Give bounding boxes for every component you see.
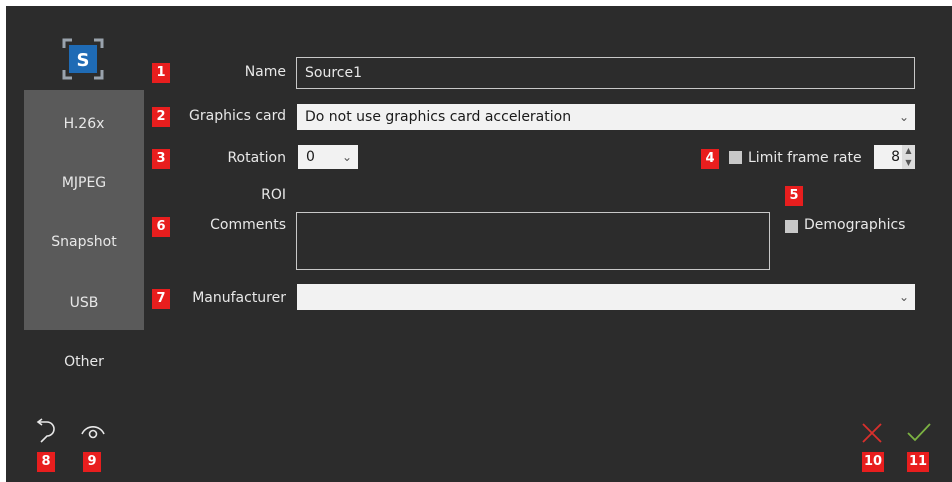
- callout-badge-2: 2: [152, 107, 170, 127]
- demographics-checkbox[interactable]: [785, 220, 798, 233]
- graphics-card-value: Do not use graphics card acceleration: [305, 109, 572, 125]
- callout-badge-11: 11: [907, 452, 929, 472]
- manufacturer-select[interactable]: ⌄: [297, 284, 915, 310]
- comments-textarea[interactable]: [296, 212, 770, 270]
- limit-frame-rate-label: Limit frame rate: [748, 150, 862, 166]
- comments-label: Comments: [210, 217, 286, 233]
- callout-badge-8: 8: [37, 452, 55, 472]
- rotation-value: 0: [306, 149, 315, 165]
- sidebar-item-snapshot[interactable]: Snapshot: [24, 234, 144, 250]
- roi-label: ROI: [261, 187, 286, 203]
- callout-badge-5: 5: [785, 186, 803, 206]
- close-icon[interactable]: [861, 422, 883, 444]
- undo-icon[interactable]: [33, 418, 57, 444]
- chevron-down-icon: ⌄: [898, 290, 909, 304]
- rotation-label: Rotation: [227, 150, 286, 166]
- sidebar-item-other[interactable]: Other: [24, 354, 144, 370]
- chevron-down-icon: ⌄: [898, 110, 909, 124]
- sidebar-item-h26x[interactable]: H.26x: [24, 116, 144, 132]
- callout-badge-4: 4: [701, 149, 719, 169]
- demographics-label: Demographics: [804, 217, 906, 233]
- callout-badge-10: 10: [862, 452, 884, 472]
- spinner-down-icon[interactable]: ▼: [902, 157, 915, 169]
- graphics-card-select[interactable]: Do not use graphics card acceleration ⌄: [297, 104, 915, 130]
- callout-badge-9: 9: [83, 452, 101, 472]
- sidebar-item-usb[interactable]: USB: [24, 295, 144, 311]
- frame-rate-spinner[interactable]: ▲ ▼: [902, 145, 915, 169]
- logo-letter: S: [77, 50, 90, 71]
- rotation-select[interactable]: 0 ⌄: [298, 145, 358, 169]
- callout-badge-7: 7: [152, 289, 170, 309]
- source-logo-icon: S: [62, 38, 104, 80]
- callout-badge-1: 1: [152, 63, 170, 83]
- spinner-up-icon[interactable]: ▲: [902, 145, 915, 157]
- graphics-card-label: Graphics card: [189, 108, 286, 124]
- manufacturer-label: Manufacturer: [192, 290, 286, 306]
- limit-frame-rate-checkbox[interactable]: [729, 151, 742, 164]
- check-icon[interactable]: [906, 422, 932, 444]
- eye-icon[interactable]: [80, 420, 106, 442]
- name-label: Name: [244, 64, 286, 80]
- name-input[interactable]: Source1: [296, 57, 915, 89]
- sidebar-item-mjpeg[interactable]: MJPEG: [24, 175, 144, 191]
- frame-rate-input[interactable]: 8: [874, 145, 902, 169]
- chevron-down-icon: ⌄: [341, 150, 352, 164]
- callout-badge-6: 6: [152, 217, 170, 237]
- callout-badge-3: 3: [152, 149, 170, 169]
